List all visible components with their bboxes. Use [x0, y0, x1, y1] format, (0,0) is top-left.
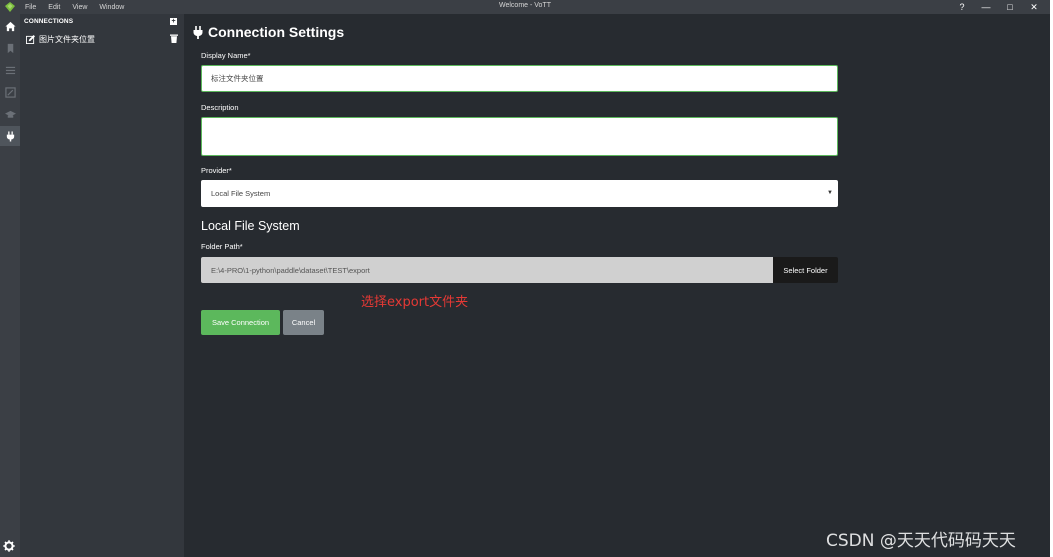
- menu-view[interactable]: View: [72, 4, 87, 11]
- menu-window[interactable]: Window: [99, 4, 124, 11]
- page-title: Connection Settings: [192, 24, 344, 40]
- edit-tags-icon[interactable]: [0, 82, 20, 102]
- help-button[interactable]: ?: [956, 0, 968, 14]
- maximize-button[interactable]: □: [1004, 0, 1016, 14]
- window-title: Welcome - VoTT: [499, 2, 551, 9]
- chevron-down-icon: ▼: [827, 190, 833, 196]
- add-connection-button[interactable]: +: [170, 18, 177, 25]
- annotation-text: 选择export文件夹: [361, 295, 469, 310]
- close-button[interactable]: ✕: [1028, 0, 1040, 14]
- settings-icon[interactable]: [3, 540, 15, 552]
- connection-item[interactable]: 图片文件夹位置: [26, 33, 178, 45]
- description-textarea[interactable]: [201, 117, 838, 156]
- provider-label: Provider*: [201, 166, 232, 175]
- save-connection-button[interactable]: Save Connection: [201, 310, 280, 335]
- description-label: Description: [201, 103, 239, 112]
- connection-settings-panel: Connection Settings Display Name* 标注文件夹位…: [184, 14, 1050, 557]
- menu-edit[interactable]: Edit: [48, 4, 60, 11]
- edit-icon[interactable]: [26, 34, 35, 44]
- trash-icon[interactable]: [170, 34, 178, 43]
- folder-path-label: Folder Path*: [201, 242, 243, 251]
- connections-header: CONNECTIONS: [24, 18, 74, 25]
- bookmark-icon[interactable]: [0, 38, 20, 58]
- page-title-text: Connection Settings: [208, 24, 345, 40]
- provider-select[interactable]: Local File System ▼: [201, 180, 838, 207]
- plug-icon[interactable]: [0, 126, 20, 146]
- display-name-input[interactable]: 标注文件夹位置: [201, 65, 838, 92]
- connection-item-label: 图片文件夹位置: [39, 34, 95, 44]
- list-icon[interactable]: [0, 60, 20, 80]
- select-folder-button[interactable]: Select Folder: [773, 257, 838, 283]
- export-icon[interactable]: [0, 104, 20, 124]
- provider-selected-value: Local File System: [211, 189, 271, 198]
- minimize-button[interactable]: —: [980, 0, 992, 14]
- window-controls: ? — □ ✕: [956, 0, 1040, 14]
- connections-sidebar: CONNECTIONS + 图片文件夹位置: [20, 14, 184, 557]
- home-icon[interactable]: [0, 16, 20, 36]
- icon-bar: [0, 14, 20, 557]
- watermark: CSDN @天天代码码天天: [826, 531, 1016, 551]
- display-name-label: Display Name*: [201, 51, 251, 60]
- plug-icon: [193, 25, 203, 39]
- menu-file[interactable]: File: [25, 4, 36, 11]
- vott-window: File Edit View Window Welcome - VoTT ? —…: [0, 0, 1050, 557]
- folder-path-input[interactable]: E:\4-PRO\1-python\paddle\dataset\TEST\ex…: [201, 257, 773, 283]
- menu-bar: File Edit View Window: [20, 4, 131, 11]
- app-logo-icon: [0, 0, 20, 14]
- cancel-button[interactable]: Cancel: [283, 310, 324, 335]
- provider-section-title: Local File System: [201, 219, 300, 233]
- title-bar: File Edit View Window Welcome - VoTT ? —…: [0, 0, 1050, 14]
